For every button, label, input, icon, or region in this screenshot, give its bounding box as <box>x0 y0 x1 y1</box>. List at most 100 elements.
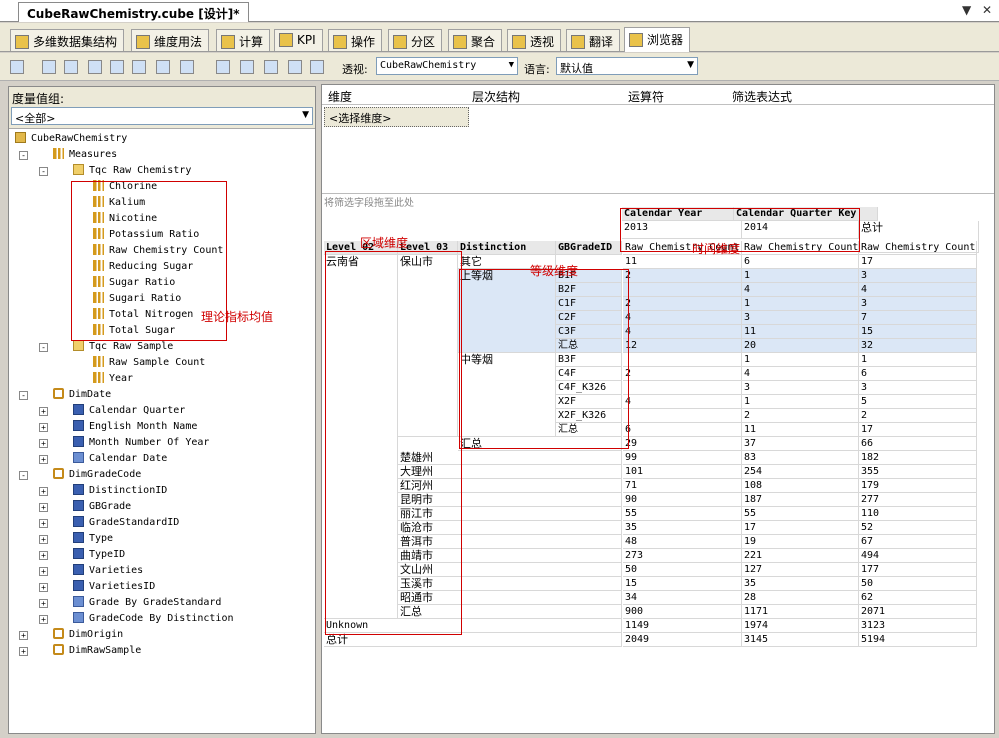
value-cell: 4 <box>742 367 859 381</box>
expand-icon[interactable]: + <box>39 423 48 432</box>
attribute-icon <box>73 580 84 591</box>
reconnect-icon[interactable] <box>10 60 24 74</box>
tree-node[interactable]: Tqc Raw Sample <box>73 339 173 355</box>
tab-dimension-usage[interactable]: 维度用法 <box>131 29 210 51</box>
tree-node[interactable]: DimRawSample <box>53 643 141 659</box>
tree-node-label: DistinctionID <box>89 485 168 496</box>
select-dimension-cell[interactable]: <选择维度> <box>324 107 469 127</box>
expand-icon[interactable]: + <box>39 599 48 608</box>
value-cell: 3145 <box>742 633 859 647</box>
value-cell: 900 <box>623 605 742 619</box>
sort-ascending-icon[interactable] <box>110 60 124 74</box>
tree-node[interactable]: VarietiesID <box>73 579 155 595</box>
collapse-icon[interactable]: - <box>39 167 48 176</box>
attribute-icon <box>73 564 84 575</box>
auto-execute-icon[interactable] <box>88 60 102 74</box>
tree-node[interactable]: Measures <box>53 147 117 163</box>
hierarchy-icon <box>73 596 84 607</box>
tree-node[interactable]: GradeCode By Distinction <box>73 611 234 627</box>
expand-icon[interactable]: + <box>39 439 48 448</box>
collapse-icon[interactable]: - <box>39 343 48 352</box>
measure-group-select[interactable]: <全部> ▼ <box>11 107 313 125</box>
expand-icon[interactable]: + <box>39 535 48 544</box>
value-cell: 11 <box>623 255 742 269</box>
tree-node[interactable]: Raw Sample Count <box>93 355 205 371</box>
chevron-down-icon: ▼ <box>302 110 309 120</box>
collapse-icon[interactable]: - <box>19 151 28 160</box>
value-cell: 4 <box>859 283 977 297</box>
tree-node[interactable]: CubeRawChemistry <box>15 131 127 147</box>
expand-icon[interactable]: + <box>19 631 28 640</box>
show-empty-icon[interactable] <box>180 60 194 74</box>
row-field-distinction[interactable]: Distinction <box>458 241 556 255</box>
reconnect-browser-icon[interactable] <box>64 60 78 74</box>
attribute-icon <box>73 500 84 511</box>
tab-partitions[interactable]: 分区 <box>388 29 443 51</box>
tree-node[interactable]: English Month Name <box>73 419 197 435</box>
translations-icon <box>571 35 585 49</box>
grade-highlight-box <box>459 269 629 449</box>
tab-translations[interactable]: 翻译 <box>566 29 621 51</box>
expand-icon[interactable]: + <box>39 407 48 416</box>
language-select[interactable]: 默认值 ▼ <box>556 57 698 75</box>
tree-node[interactable]: Year <box>93 371 133 387</box>
expand-icon[interactable]: + <box>39 503 48 512</box>
expand-icon[interactable]: + <box>39 551 48 560</box>
value-cell: 15 <box>623 577 742 591</box>
value-cell: 50 <box>859 577 977 591</box>
value-cell: 32 <box>859 339 977 353</box>
hierarchy-icon <box>73 452 84 463</box>
tree-node[interactable]: GBGrade <box>73 499 131 515</box>
cube-icon <box>15 132 26 143</box>
commands-icon[interactable] <box>240 60 254 74</box>
tree-node[interactable]: DimDate <box>53 387 111 403</box>
expand-icon[interactable]: + <box>39 615 48 624</box>
delete-icon[interactable] <box>216 60 230 74</box>
design-mode-icon[interactable] <box>310 60 324 74</box>
collapse-icon[interactable]: - <box>19 471 28 480</box>
tree-node[interactable]: Calendar Date <box>73 451 167 467</box>
perspective-select[interactable]: CubeRawChemistry ▼ <box>376 57 518 75</box>
tree-node[interactable]: DimGradeCode <box>53 467 141 483</box>
tree-node[interactable]: Tqc Raw Chemistry <box>73 163 191 179</box>
tree-node[interactable]: Grade By GradeStandard <box>73 595 221 611</box>
tree-node[interactable]: DimOrigin <box>53 627 123 643</box>
expand-icon[interactable]: + <box>39 567 48 576</box>
value-cell: 2 <box>623 367 742 381</box>
value-cell: 1 <box>742 269 859 283</box>
sort-descending-icon[interactable] <box>132 60 146 74</box>
expand-icon[interactable]: + <box>39 455 48 464</box>
tree-node[interactable]: Month Number Of Year <box>73 435 209 451</box>
change-user-icon[interactable] <box>42 60 56 74</box>
tree-node[interactable]: GradeStandardID <box>73 515 179 531</box>
expand-icon[interactable] <box>264 60 278 74</box>
tree-node[interactable]: DistinctionID <box>73 483 167 499</box>
value-cell <box>623 283 742 297</box>
document-tab[interactable]: CubeRawChemistry.cube [设计]* <box>18 2 249 22</box>
tree-node[interactable]: Calendar Quarter <box>73 403 185 419</box>
tab-calculations[interactable]: 计算 <box>216 29 271 51</box>
value-cell: 11 <box>742 423 859 437</box>
tab-perspectives[interactable]: 透视 <box>507 29 562 51</box>
row-field-gbgradeid[interactable]: GBGradeID <box>556 241 622 255</box>
dropdown-arrow-icon[interactable]: ▼ <box>962 3 971 17</box>
expand-icon[interactable]: + <box>39 519 48 528</box>
close-icon[interactable]: ✕ <box>982 3 992 17</box>
tab-kpi[interactable]: KPI <box>274 29 323 51</box>
tree-node[interactable]: TypeID <box>73 547 125 563</box>
tab-browser[interactable]: 浏览器 <box>624 27 691 52</box>
expand-icon[interactable]: + <box>39 583 48 592</box>
value-cell: 50 <box>623 563 742 577</box>
filter-icon[interactable] <box>156 60 170 74</box>
expand-icon[interactable]: + <box>39 487 48 496</box>
clear-results-icon[interactable] <box>288 60 302 74</box>
filter-drop-zone[interactable]: 将筛选字段拖至此处 <box>322 193 994 209</box>
tab-cube-structure[interactable]: 多维数据集结构 <box>10 29 125 51</box>
collapse-icon[interactable]: - <box>19 391 28 400</box>
calculations-icon <box>221 35 235 49</box>
tab-actions[interactable]: 操作 <box>328 29 383 51</box>
tree-node[interactable]: Type <box>73 531 113 547</box>
expand-icon[interactable]: + <box>19 647 28 656</box>
tree-node[interactable]: Varieties <box>73 563 143 579</box>
tab-aggregations[interactable]: 聚合 <box>448 29 503 51</box>
